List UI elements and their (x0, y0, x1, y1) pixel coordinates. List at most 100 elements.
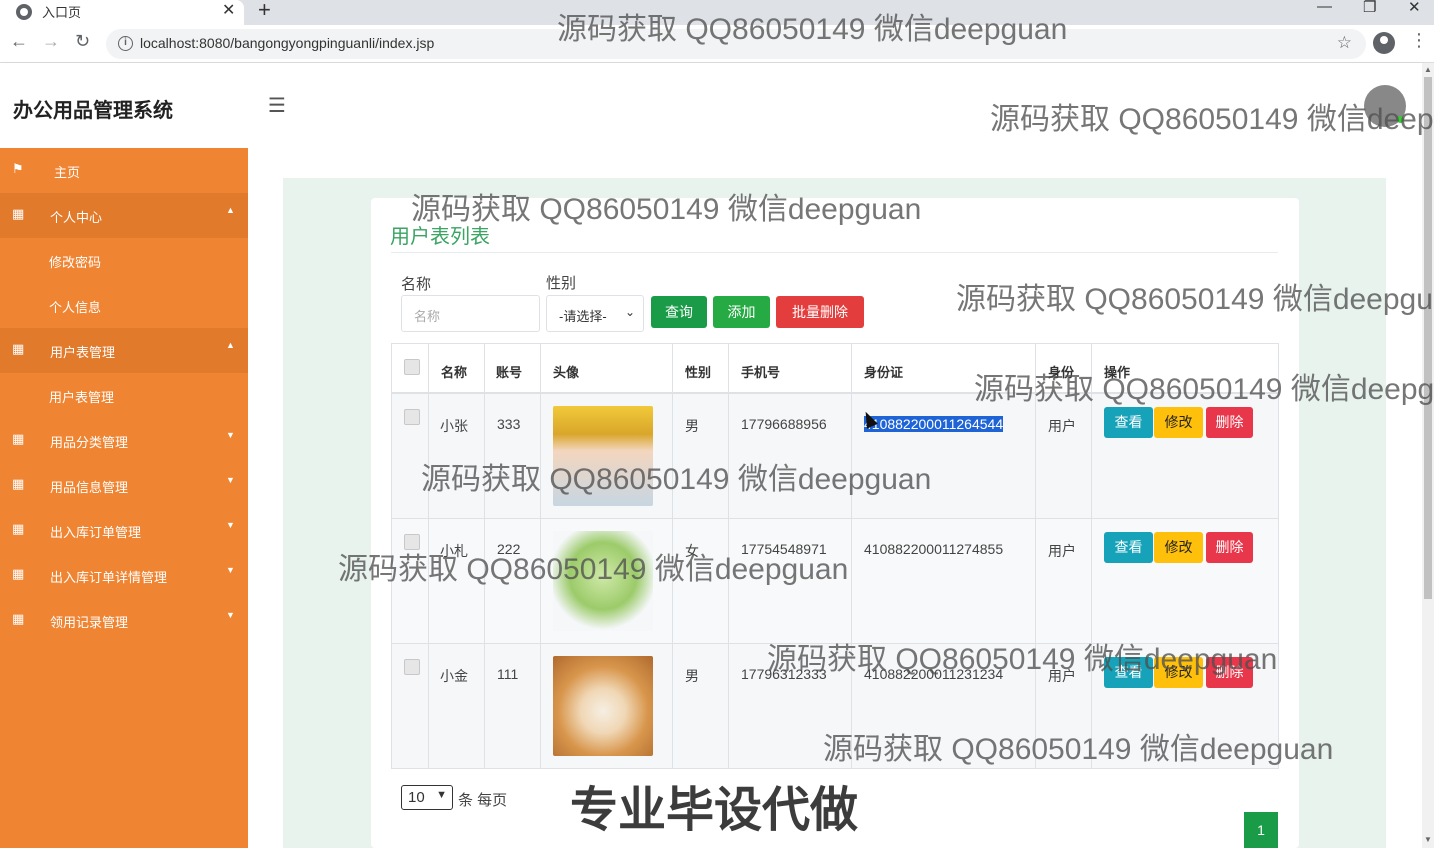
scrollbar[interactable]: ▲ ▼ (1422, 63, 1434, 848)
app-header: 办公用品管理系统 ☰ (0, 63, 1422, 148)
forward-icon[interactable]: → (42, 31, 60, 52)
column-header: 操作 (1104, 365, 1131, 380)
sidebar-item-supplies-info[interactable]: ▦ 用品信息管理 ▼ (0, 463, 248, 508)
sidebar-item-label: 修改密码 (49, 255, 102, 270)
minimize-icon[interactable]: — (1317, 0, 1332, 15)
sidebar-item-label: 个人信息 (49, 300, 102, 315)
sidebar-item-label: 领用记录管理 (50, 615, 129, 630)
sidebar-item-records[interactable]: ▦ 领用记录管理 ▼ (0, 598, 248, 643)
cell-gender: 男 (685, 668, 699, 684)
avatar[interactable] (1364, 85, 1406, 127)
delete-button[interactable]: 删除 (1206, 532, 1253, 563)
name-label: 名称 (401, 276, 432, 293)
edit-button[interactable]: 修改 (1154, 407, 1203, 438)
delete-button[interactable]: 删除 (1206, 407, 1253, 438)
cell-gender: 女 (685, 543, 699, 559)
edit-button[interactable]: 修改 (1154, 657, 1203, 688)
delete-button[interactable]: 删除 (1206, 657, 1253, 688)
caret-down-icon: ▼ (226, 430, 235, 440)
page-number-button[interactable]: 1 (1244, 812, 1278, 848)
column-divider (1035, 344, 1036, 768)
caret-down-icon: ▼ (226, 565, 235, 575)
sidebar-item-category[interactable]: ▦ 用品分类管理 ▼ (0, 418, 248, 463)
restore-icon[interactable]: ❐ (1363, 0, 1376, 16)
avatar-image (553, 406, 653, 506)
cell-id-card: 410882200011274855 (864, 541, 1004, 557)
reload-icon[interactable]: ↻ (75, 31, 90, 52)
caret-down-icon: ▼ (226, 475, 235, 485)
watermark-big: 专业毕设代做 (570, 784, 859, 837)
sidebar-item-label: 用品分类管理 (50, 435, 129, 450)
profile-icon[interactable] (1373, 32, 1395, 54)
sidebar-item-personal-info[interactable]: 个人信息 (0, 283, 248, 328)
table-row: 小张 333 男 17796688956 410882200011264544 … (392, 394, 1278, 519)
sidebar-item-personal-center[interactable]: ▦ 个人中心 ▲ (0, 193, 248, 238)
scroll-thumb[interactable] (1424, 77, 1432, 599)
view-button[interactable]: 查看 (1104, 532, 1153, 563)
column-header: 身份 (1048, 365, 1075, 380)
table-row: 小札 222 女 17754548971 410882200011274855 … (392, 519, 1278, 644)
star-icon[interactable]: ☆ (1337, 33, 1352, 53)
avatar-image (553, 656, 653, 756)
batch-delete-button[interactable]: 批量删除 (776, 296, 864, 328)
column-header: 手机号 (741, 365, 781, 380)
column-divider (1091, 344, 1092, 768)
caret-up-icon: ▲ (226, 205, 235, 215)
tab-title: 入口页 (42, 5, 82, 20)
edit-button[interactable]: 修改 (1154, 532, 1203, 563)
grid-icon: ▦ (12, 206, 25, 221)
gender-select[interactable]: -请选择- ⌄ (546, 295, 644, 332)
cell-id-card: 410882200011264544 (864, 416, 1004, 432)
url-text: localhost:8080/bangongyongpinguanli/inde… (140, 35, 435, 51)
column-divider (672, 344, 673, 768)
page-size-select[interactable]: 10 ▼ (401, 785, 453, 810)
sidebar: ⚑ 主页 ▦ 个人中心 ▲ 修改密码 个人信息 ▦ 用户表管理 ▲ 用户表管理 … (0, 148, 248, 848)
cell-id-card: 410882200011231234 (864, 666, 1004, 682)
grid-icon: ▦ (12, 566, 25, 581)
query-button[interactable]: 查询 (651, 296, 707, 328)
select-all-checkbox[interactable] (404, 359, 420, 375)
view-button[interactable]: 查看 (1104, 407, 1153, 438)
sidebar-item-user-table[interactable]: 用户表管理 (0, 373, 248, 418)
row-checkbox[interactable] (404, 659, 420, 675)
sidebar-item-label: 用品信息管理 (50, 480, 129, 495)
sidebar-item-label: 主页 (54, 165, 81, 180)
column-divider (540, 344, 541, 768)
sidebar-item-user-table-group[interactable]: ▦ 用户表管理 ▲ (0, 328, 248, 373)
column-divider (851, 344, 852, 768)
info-icon[interactable]: i (118, 36, 133, 51)
back-icon[interactable]: ← (10, 31, 28, 52)
view-button[interactable]: 查看 (1104, 657, 1153, 688)
close-tab-icon[interactable]: ✕ (222, 0, 235, 20)
address-bar[interactable]: i localhost:8080/bangongyongpinguanli/in… (106, 29, 1366, 59)
sidebar-item-label: 出入库订单详情管理 (50, 570, 168, 585)
sidebar-item-orders[interactable]: ▦ 出入库订单管理 ▼ (0, 508, 248, 553)
caret-down-icon: ▼ (226, 610, 235, 620)
add-button[interactable]: 添加 (713, 296, 770, 328)
row-checkbox[interactable] (404, 409, 420, 425)
menu-toggle-icon[interactable]: ☰ (268, 93, 286, 118)
browser-tabstrip: 入口页 ✕ + — ❐ ✕ (0, 0, 1434, 25)
caret-up-icon: ▲ (226, 340, 235, 350)
column-header: 头像 (553, 365, 580, 380)
chevron-down-icon: ⌄ (624, 305, 635, 319)
scroll-down-icon[interactable]: ▼ (1424, 835, 1432, 844)
globe-icon (16, 4, 32, 20)
sidebar-item-label: 个人中心 (50, 210, 103, 225)
sidebar-item-home[interactable]: ⚑ 主页 (0, 148, 248, 193)
close-window-icon[interactable]: ✕ (1408, 0, 1421, 16)
new-tab-button[interactable]: + (258, 0, 271, 23)
flag-icon: ⚑ (12, 161, 24, 176)
name-search-input[interactable]: 名称 (401, 295, 540, 332)
page-title: 用户表列表 (390, 226, 490, 248)
scroll-up-icon[interactable]: ▲ (1424, 65, 1432, 74)
grid-icon: ▦ (12, 431, 25, 446)
row-checkbox[interactable] (404, 534, 420, 550)
more-menu-icon[interactable]: ⋮ (1410, 30, 1428, 51)
cell-phone: 17796688956 (741, 416, 827, 432)
browser-tab[interactable]: 入口页 ✕ (0, 0, 244, 25)
cell-account: 333 (497, 416, 521, 432)
column-header: 名称 (441, 365, 468, 380)
sidebar-item-change-password[interactable]: 修改密码 (0, 238, 248, 283)
sidebar-item-order-details[interactable]: ▦ 出入库订单详情管理 ▼ (0, 553, 248, 598)
